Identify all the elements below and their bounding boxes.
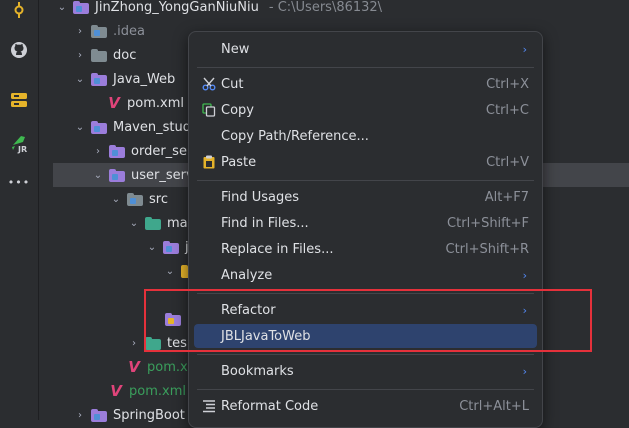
copy-icon bbox=[200, 103, 218, 117]
chevron-down-icon[interactable]: ⌄ bbox=[73, 120, 87, 134]
menu-label: Copy bbox=[221, 102, 254, 118]
menu-label: Replace in Files... bbox=[221, 241, 334, 257]
menu-item-reformat-code[interactable]: Reformat Code Ctrl+Alt+L bbox=[194, 394, 537, 418]
folder-icon bbox=[145, 216, 161, 230]
tree-row-root[interactable]: ⌄ JinZhong_YongGanNiuNiu - C:\Users\8613… bbox=[39, 0, 629, 19]
chevron-right-icon[interactable]: › bbox=[73, 48, 87, 62]
menu-shortcut: Ctrl+C bbox=[485, 102, 529, 118]
menu-item-find-usages[interactable]: Find Usages Alt+F7 bbox=[194, 185, 537, 209]
menu-item-find-in-files[interactable]: Find in Files... Ctrl+Shift+F bbox=[194, 211, 537, 235]
file-label: pom.x bbox=[147, 359, 188, 375]
context-menu: New › Cut Ctrl+X Copy Ctrl+C Copy Path/R… bbox=[188, 31, 543, 428]
menu-label: Copy Path/Reference... bbox=[221, 128, 369, 144]
menu-item-copy[interactable]: Copy Ctrl+C bbox=[194, 98, 537, 122]
menu-separator bbox=[197, 67, 534, 68]
test-folder-icon bbox=[145, 336, 161, 350]
menu-item-cut[interactable]: Cut Ctrl+X bbox=[194, 72, 537, 96]
chevron-down-icon[interactable]: ⌄ bbox=[91, 168, 105, 182]
submenu-arrow-icon: › bbox=[522, 268, 527, 282]
source-folder-icon bbox=[163, 240, 179, 254]
module-folder-icon bbox=[73, 0, 89, 14]
menu-item-new[interactable]: New › bbox=[194, 37, 537, 61]
folder-label: user_serv bbox=[131, 167, 194, 183]
module-folder-icon bbox=[91, 120, 107, 134]
menu-label: JBLJavaToWeb bbox=[221, 328, 311, 344]
menu-separator bbox=[197, 180, 534, 181]
folder-label: Java_Web bbox=[113, 71, 176, 87]
source-folder-icon bbox=[127, 192, 143, 206]
menu-label: Reformat Code bbox=[221, 398, 319, 414]
cut-icon bbox=[200, 77, 218, 91]
folder-icon bbox=[91, 24, 107, 38]
chevron-down-icon[interactable]: ⌄ bbox=[145, 240, 159, 254]
more-icon[interactable]: ••• bbox=[7, 172, 31, 192]
chevron-down-icon[interactable]: ⌄ bbox=[109, 192, 123, 206]
chevron-right-icon[interactable]: › bbox=[127, 336, 141, 350]
chevron-down-icon[interactable]: ⌄ bbox=[163, 264, 177, 278]
github-icon[interactable] bbox=[9, 40, 29, 60]
chevron-down-icon[interactable]: ⌄ bbox=[127, 216, 141, 230]
folder-icon bbox=[91, 48, 107, 62]
menu-separator bbox=[197, 293, 534, 294]
database-tool-icon[interactable] bbox=[9, 90, 29, 110]
file-label: pom.xml bbox=[127, 95, 184, 111]
menu-label: New bbox=[221, 41, 250, 57]
menu-label: Find in Files... bbox=[221, 215, 309, 231]
menu-label: Refactor bbox=[221, 302, 276, 318]
menu-item-refactor[interactable]: Refactor › bbox=[194, 298, 537, 322]
chevron-right-icon[interactable]: › bbox=[91, 144, 105, 158]
maven-icon: V bbox=[128, 358, 140, 376]
menu-item-paste[interactable]: Paste Ctrl+V bbox=[194, 150, 537, 174]
more-label: ••• bbox=[7, 175, 31, 189]
menu-item-jbljavatoweb[interactable]: JBLJavaToWeb bbox=[194, 324, 537, 348]
menu-separator bbox=[197, 389, 534, 390]
menu-shortcut: Ctrl+X bbox=[486, 76, 529, 92]
reformat-icon bbox=[200, 399, 218, 413]
module-folder-icon bbox=[109, 168, 125, 182]
jrebel-icon[interactable]: JR bbox=[9, 132, 29, 156]
chevron-right-icon[interactable]: › bbox=[73, 24, 87, 38]
menu-label: Cut bbox=[221, 76, 244, 92]
module-folder-icon bbox=[109, 144, 125, 158]
menu-label: Analyze bbox=[221, 267, 273, 283]
menu-item-bookmarks[interactable]: Bookmarks › bbox=[194, 359, 537, 383]
folder-label: SpringBoot bbox=[113, 407, 185, 423]
chevron-down-icon[interactable]: ⌄ bbox=[73, 72, 87, 86]
module-folder-icon bbox=[91, 72, 107, 86]
menu-shortcut: Ctrl+V bbox=[486, 154, 529, 170]
activity-bar: JR ••• bbox=[0, 0, 39, 420]
chevron-down-icon[interactable]: ⌄ bbox=[55, 0, 69, 14]
menu-shortcut: Alt+F7 bbox=[484, 189, 529, 205]
submenu-arrow-icon: › bbox=[522, 364, 527, 378]
jrebel-label: JR bbox=[18, 145, 28, 154]
folder-label: src bbox=[149, 191, 168, 207]
folder-label: .idea bbox=[113, 23, 145, 39]
commit-icon[interactable] bbox=[9, 0, 29, 20]
menu-shortcut: Ctrl+Alt+L bbox=[459, 398, 529, 414]
submenu-arrow-icon: › bbox=[522, 42, 527, 56]
folder-label: tes bbox=[167, 335, 187, 351]
menu-shortcut: Ctrl+Shift+F bbox=[447, 215, 529, 231]
menu-label: Find Usages bbox=[221, 189, 300, 205]
root-name: JinZhong_YongGanNiuNiu bbox=[95, 0, 259, 15]
menu-label: Paste bbox=[221, 154, 257, 170]
folder-label: doc bbox=[113, 47, 137, 63]
menu-separator bbox=[197, 354, 534, 355]
menu-shortcut: Ctrl+Shift+R bbox=[445, 241, 530, 257]
root-path: - C:\Users\86132\ bbox=[268, 0, 383, 15]
file-label: pom.xml bbox=[129, 383, 186, 399]
menu-item-replace-in-files[interactable]: Replace in Files... Ctrl+Shift+R bbox=[194, 237, 537, 261]
menu-item-analyze[interactable]: Analyze › bbox=[194, 263, 537, 287]
maven-icon: V bbox=[108, 94, 120, 112]
folder-label: Maven_studi bbox=[113, 119, 195, 135]
menu-label: Bookmarks bbox=[221, 363, 294, 379]
paste-icon bbox=[200, 155, 218, 169]
submenu-arrow-icon: › bbox=[522, 303, 527, 317]
folder-label: order_ser bbox=[131, 143, 193, 159]
resource-folder-icon bbox=[165, 312, 181, 326]
menu-item-copy-path[interactable]: Copy Path/Reference... bbox=[194, 124, 537, 148]
maven-icon: V bbox=[110, 382, 122, 400]
